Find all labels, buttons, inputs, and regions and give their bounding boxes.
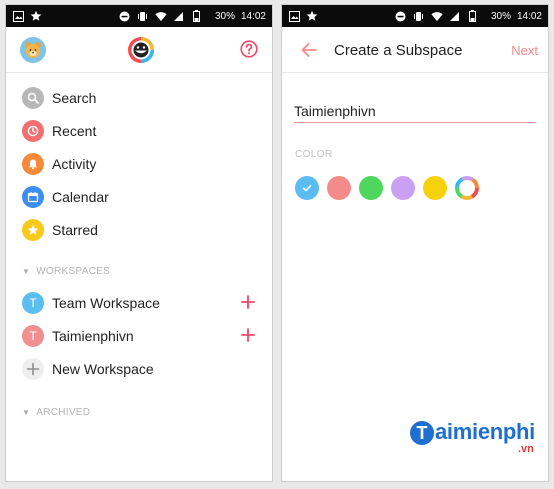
workspace-initial-badge: T xyxy=(22,291,44,314)
add-icon[interactable] xyxy=(240,327,256,343)
battery-icon xyxy=(467,10,479,22)
watermark-suffix: .vn xyxy=(518,443,534,455)
star-icon xyxy=(22,218,44,241)
wifi-icon xyxy=(431,10,443,22)
clock-icon xyxy=(22,119,44,142)
caret-down-icon: ▼ xyxy=(22,266,31,276)
next-button[interactable]: Next xyxy=(511,43,538,58)
nav-item-recent[interactable]: Recent xyxy=(6,114,272,147)
dnd-icon xyxy=(395,10,407,22)
avatar[interactable] xyxy=(20,37,46,63)
caret-down-icon: ▼ xyxy=(22,407,31,417)
help-icon[interactable] xyxy=(240,40,258,58)
workspace-label: Taimienphivn xyxy=(52,327,134,344)
status-bar: 30% 14:02 xyxy=(6,5,272,27)
bell-icon xyxy=(22,152,44,175)
gallery-icon xyxy=(288,10,300,22)
workspaces-header: WORKSPACES xyxy=(36,265,111,277)
watermark-initial: T xyxy=(410,421,434,445)
star-status-icon xyxy=(30,10,42,22)
battery-percent: 30% xyxy=(214,10,235,22)
workspace-initial-badge: T xyxy=(22,324,44,347)
gallery-icon xyxy=(12,10,24,22)
search-icon xyxy=(22,86,44,109)
nav-item-calendar[interactable]: Calendar xyxy=(6,180,272,213)
bear-avatar-icon xyxy=(25,42,41,58)
workspace-item-team[interactable]: T Team Workspace xyxy=(6,286,272,319)
color-picker xyxy=(295,176,548,200)
status-bar: 30% 14:02 xyxy=(282,5,548,27)
watermark-logo: T aimienphi .vn xyxy=(410,419,535,455)
nav-label-calendar: Calendar xyxy=(52,188,109,205)
color-label: COLOR xyxy=(295,149,333,160)
watermark-brand: aimienphi xyxy=(435,419,535,444)
clock-time: 14:02 xyxy=(516,10,542,22)
nav-item-starred[interactable]: Starred xyxy=(6,213,272,246)
app-logo-icon xyxy=(128,37,154,63)
vibrate-icon xyxy=(137,10,149,22)
dnd-icon xyxy=(119,10,131,22)
workspaces-section-toggle[interactable]: ▼ WORKSPACES xyxy=(6,256,272,286)
signal-icon xyxy=(449,10,461,22)
new-workspace-button[interactable]: New Workspace xyxy=(6,352,272,385)
archived-header: ARCHIVED xyxy=(36,406,91,418)
new-workspace-label: New Workspace xyxy=(52,360,154,377)
calendar-icon xyxy=(22,185,44,208)
signal-icon xyxy=(173,10,185,22)
battery-icon xyxy=(191,10,203,22)
clock-time: 14:02 xyxy=(240,10,266,22)
vibrate-icon xyxy=(413,10,425,22)
subspace-name-input[interactable]: Taimienphivn xyxy=(294,99,536,123)
left-header xyxy=(6,27,272,73)
star-status-icon xyxy=(306,10,318,22)
color-swatch-purple[interactable] xyxy=(391,176,415,200)
color-swatch-pink[interactable] xyxy=(327,176,351,200)
archived-section-toggle[interactable]: ▼ ARCHIVED xyxy=(6,397,272,427)
nav-label-search: Search xyxy=(52,89,97,106)
subspace-header: Create a Subspace Next xyxy=(282,27,548,73)
color-swatch-yellow[interactable] xyxy=(423,176,447,200)
workspace-item-taimienphivn[interactable]: T Taimienphivn xyxy=(6,319,272,352)
phone-left-screen: 30% 14:02 Search Recent Activity Calenda… xyxy=(5,4,273,482)
wifi-icon xyxy=(155,10,167,22)
phone-right-screen: 30% 14:02 Create a Subspace Next Taimien… xyxy=(281,4,549,482)
color-swatch-blue-selected[interactable] xyxy=(295,176,319,200)
nav-item-activity[interactable]: Activity xyxy=(6,147,272,180)
color-swatch-green[interactable] xyxy=(359,176,383,200)
main-nav: Search Recent Activity Calendar Starred xyxy=(6,73,272,246)
nav-label-recent: Recent xyxy=(52,122,97,139)
plus-icon xyxy=(22,357,44,380)
back-arrow-icon[interactable] xyxy=(300,41,318,59)
nav-label-starred: Starred xyxy=(52,221,98,238)
page-title: Create a Subspace xyxy=(334,42,463,59)
add-icon[interactable] xyxy=(240,294,256,310)
nav-label-activity: Activity xyxy=(52,155,97,172)
workspace-label: Team Workspace xyxy=(52,294,160,311)
check-icon xyxy=(302,184,312,192)
custom-color-wheel-icon[interactable] xyxy=(455,176,479,200)
nav-item-search[interactable]: Search xyxy=(6,81,272,114)
battery-percent: 30% xyxy=(490,10,511,22)
